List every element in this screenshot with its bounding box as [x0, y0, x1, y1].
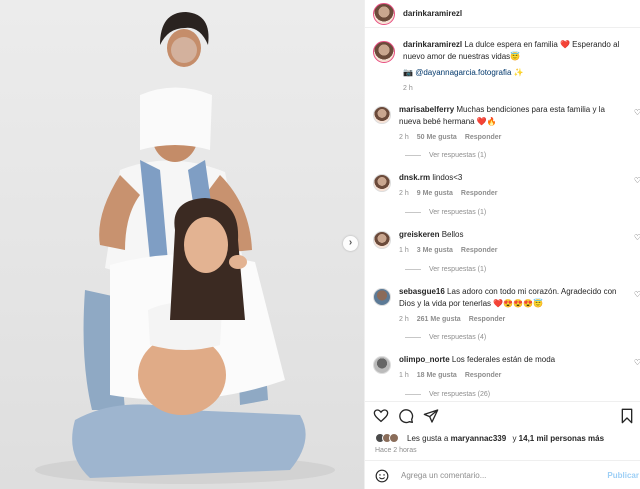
- camera-emoji: 📷: [403, 68, 413, 77]
- comment-likes[interactable]: 3 Me gusta: [417, 245, 453, 257]
- comment-avatar[interactable]: [373, 231, 391, 249]
- likes-count[interactable]: 14,1 mil personas más: [519, 434, 604, 443]
- add-comment-bar: Agrega un comentario... Publicar: [365, 460, 640, 489]
- comment-text: lindos<3: [432, 173, 463, 182]
- next-image-button[interactable]: ›: [343, 236, 358, 251]
- comment-item: olimpo_norte Los federales están de moda…: [373, 354, 640, 382]
- caption-time: 2 h: [403, 85, 413, 92]
- reply-button[interactable]: Responder: [465, 132, 502, 144]
- view-replies-button[interactable]: Ver respuestas (1): [365, 152, 486, 159]
- comment-username[interactable]: marisabelferry: [399, 105, 454, 114]
- comment-like-icon[interactable]: ♡: [634, 358, 640, 367]
- comment-text: Bellos: [441, 230, 464, 239]
- comment-likes[interactable]: 18 Me gusta: [417, 370, 457, 382]
- post-header: darinkaramirezl: [365, 0, 640, 28]
- comment-time: 1 h: [399, 247, 409, 254]
- caption-avatar[interactable]: [373, 41, 395, 63]
- post-actions: Les gusta a maryannac339 y 14,1 mil pers…: [365, 401, 640, 489]
- comment-like-icon[interactable]: ♡: [634, 290, 640, 299]
- comment-time: 2 h: [399, 134, 409, 141]
- comment-likes[interactable]: 261 Me gusta: [417, 314, 461, 326]
- comment-item: greiskeren Bellos 1 h 3 Me gusta Responder…: [373, 229, 640, 257]
- bookmark-icon[interactable]: [619, 408, 635, 424]
- comment-username[interactable]: dnsk.rm: [399, 173, 430, 182]
- comment-text: Los federales están de moda: [451, 355, 556, 364]
- share-icon[interactable]: [423, 408, 439, 424]
- comment-input[interactable]: Agrega un comentario...: [401, 471, 486, 480]
- comment-username[interactable]: olimpo_norte: [399, 355, 450, 364]
- sparkles-emoji: ✨: [513, 68, 524, 77]
- comment-like-icon[interactable]: ♡: [634, 176, 640, 185]
- comment-icon[interactable]: [398, 408, 414, 424]
- likes-prefix: Les gusta a: [407, 433, 449, 443]
- comment-time: 1 h: [399, 372, 409, 379]
- comments-list: darinkaramirezl La dulce espera en famil…: [365, 29, 640, 401]
- emoji-icon[interactable]: [375, 469, 389, 483]
- comment-item: dnsk.rm lindos<3 2 h9 Me gusta Responder …: [373, 172, 640, 200]
- comment-likes[interactable]: 50 Me gusta: [417, 132, 457, 144]
- comment-time: 2 h: [399, 316, 409, 323]
- view-replies-button[interactable]: Ver respuestas (1): [365, 266, 486, 273]
- view-replies-button[interactable]: Ver respuestas (4): [365, 334, 486, 341]
- view-replies-button[interactable]: Ver respuestas (1): [365, 209, 486, 216]
- comment-likes[interactable]: 9 Me gusta: [417, 188, 453, 200]
- comment-item: marisabelferry Muchas bendiciones para e…: [373, 104, 640, 144]
- comment-time: 2 h: [399, 190, 409, 197]
- comment-avatar[interactable]: [373, 106, 391, 124]
- comment-item: sebasgue16 Las adoro con todo mi corazón…: [373, 286, 640, 326]
- likes-mid: y: [512, 433, 517, 443]
- reply-button[interactable]: Responder: [469, 314, 506, 326]
- author-avatar[interactable]: [373, 2, 395, 25]
- view-replies-button[interactable]: Ver respuestas (26): [365, 391, 490, 398]
- likes-user[interactable]: maryannac339: [451, 434, 507, 443]
- family-photo-illustration: [35, 12, 335, 484]
- post-detail-panel: darinkaramirezl darinkaramirezl La dulce…: [364, 0, 640, 489]
- credit-link[interactable]: @dayannagarcia.fotografia: [415, 68, 511, 77]
- author-username[interactable]: darinkaramirezl: [403, 9, 462, 18]
- reply-button[interactable]: Responder: [461, 245, 498, 257]
- publish-button[interactable]: Publicar: [607, 471, 639, 480]
- heart-icon[interactable]: [373, 408, 389, 424]
- caption-username[interactable]: darinkaramirezl: [403, 40, 462, 49]
- liker-avatar: [389, 433, 399, 443]
- likes-summary[interactable]: Les gusta a maryannac339 y 14,1 mil pers…: [375, 433, 604, 443]
- caption-meta: 2 h: [403, 83, 631, 95]
- reply-button[interactable]: Responder: [461, 188, 498, 200]
- post-photo: ›: [0, 0, 364, 489]
- comment-username[interactable]: greiskeren: [399, 230, 439, 239]
- comment-avatar[interactable]: [373, 174, 391, 192]
- posted-time: Hace 2 horas: [375, 447, 417, 454]
- caption: darinkaramirezl La dulce espera en famil…: [373, 39, 640, 95]
- comment-avatar[interactable]: [373, 356, 391, 374]
- reply-button[interactable]: Responder: [465, 370, 502, 382]
- comment-like-icon[interactable]: ♡: [634, 233, 640, 242]
- comment-avatar[interactable]: [373, 288, 391, 306]
- comment-like-icon[interactable]: ♡: [634, 108, 640, 117]
- comment-username[interactable]: sebasgue16: [399, 287, 445, 296]
